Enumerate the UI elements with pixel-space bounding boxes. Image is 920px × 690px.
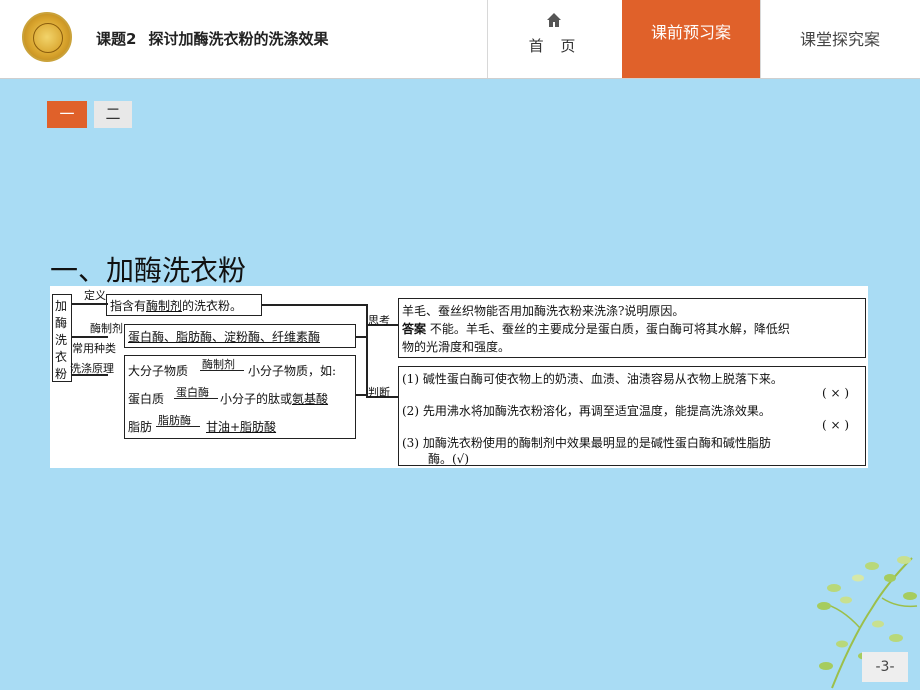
tab-preview[interactable]: 课前预习案 bbox=[622, 0, 760, 78]
home-icon bbox=[547, 13, 561, 27]
lesson-number: 课题2 bbox=[96, 30, 137, 48]
home-button[interactable]: 首 页 bbox=[488, 0, 622, 78]
judge-label: 判断 bbox=[368, 386, 390, 399]
page-number: -3- bbox=[862, 652, 908, 682]
page-title: 课题2 探讨加酶洗衣粉的洗涤效果 bbox=[96, 28, 328, 49]
pager-button-1[interactable]: 一 bbox=[47, 101, 87, 128]
section-title: 一、加酶洗衣粉 bbox=[50, 254, 247, 287]
judge-item-3: (3) 加酶洗衣粉使用的酶制剂中效果最明显的是碱性蛋白酶和碱性脂肪 bbox=[402, 436, 771, 450]
judge-item-1: (1) 碱性蛋白酶可使衣物上的奶渍、血渍、油渍容易从衣物上脱落下来。 bbox=[402, 372, 783, 386]
enzyme-kinds: 蛋白酶、脂肪酶、淀粉酶、纤维素酶 bbox=[128, 330, 321, 344]
concept-diagram: 加 酶 洗 衣 粉 定义 指含有酶制剂的洗衣粉。 酶制剂 常用种类 蛋白酶、脂肪… bbox=[50, 286, 868, 468]
think-label: 思考 bbox=[368, 314, 390, 327]
top-bar: 课题2 探讨加酶洗衣粉的洗涤效果 首 页 课前预习案 课堂探究案 bbox=[0, 0, 920, 79]
think-question: 羊毛、蚕丝织物能否用加酶洗衣粉来洗涤?说明原因。 bbox=[402, 304, 685, 318]
school-logo bbox=[22, 12, 72, 62]
lesson-title: 探讨加酶洗衣粉的洗涤效果 bbox=[148, 30, 329, 48]
pager-button-2[interactable]: 二 bbox=[94, 101, 132, 128]
branch-definition: 定义 bbox=[84, 289, 106, 302]
tab-explore[interactable]: 课堂探究案 bbox=[760, 0, 920, 78]
judge-item-2: (2) 先用沸水将加酶洗衣粉溶化，再调至适宜温度，能提高洗涤效果。 bbox=[402, 404, 771, 418]
home-label: 首 页 bbox=[528, 37, 582, 55]
